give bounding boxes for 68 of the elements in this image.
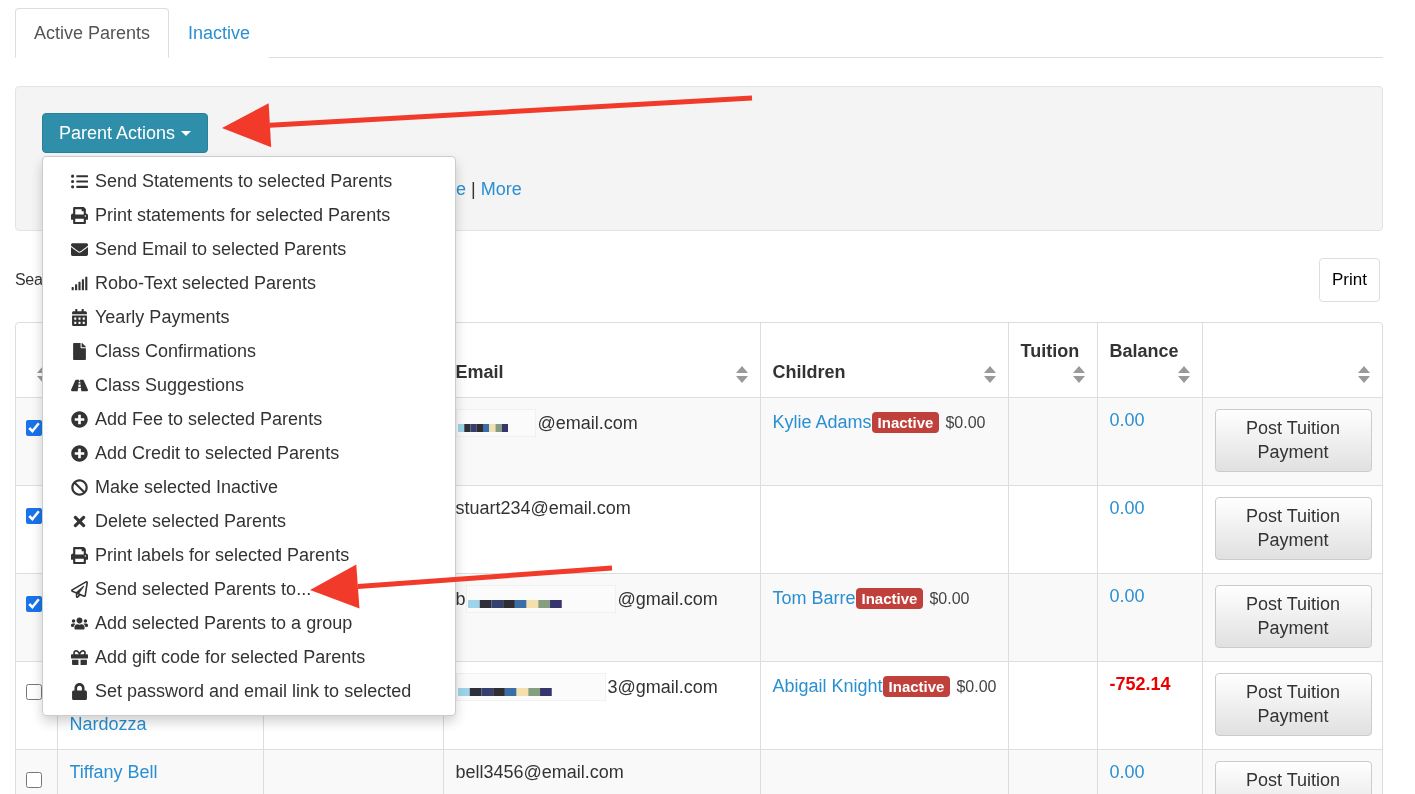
menu-item[interactable]: Class Confirmations	[43, 334, 455, 368]
menu-item[interactable]: Robo-Text selected Parents	[43, 266, 455, 300]
row-checkbox[interactable]	[26, 596, 42, 612]
email-text: @email.com	[537, 412, 638, 434]
email-fragment: b	[455, 588, 466, 610]
caret-icon	[181, 130, 192, 136]
sort-icon[interactable]	[1358, 366, 1370, 383]
menu-item[interactable]: Add gift code for selected Parents	[43, 640, 455, 674]
sort-icon[interactable]	[983, 366, 996, 383]
row-checkbox[interactable]	[26, 772, 42, 788]
column-header[interactable]: Tuition	[1020, 341, 1080, 362]
print-button[interactable]: Print	[1319, 258, 1380, 302]
menu-item[interactable]: Add Credit to selected Parents	[43, 436, 455, 470]
ban-icon	[70, 478, 89, 496]
tab[interactable]: Active Parents	[15, 8, 170, 58]
printer-icon	[70, 546, 89, 564]
column-header[interactable]: Children	[772, 362, 846, 383]
lock-icon	[70, 682, 89, 700]
signal-bars-icon	[70, 274, 89, 292]
email-text: 3@gmail.com	[607, 676, 718, 698]
row-checkbox[interactable]	[26, 684, 42, 700]
parent-name-link[interactable]: Nardozza	[69, 713, 251, 735]
sort-icon[interactable]	[1072, 366, 1085, 383]
search-label: Sea	[15, 271, 43, 289]
menu-item[interactable]: Class Suggestions	[43, 368, 455, 402]
menu-item[interactable]: Send Email to selected Parents	[43, 232, 455, 266]
child-name-link[interactable]: Abigail Knight	[772, 676, 883, 696]
menu-item[interactable]: Print statements for selected Parents	[43, 198, 455, 232]
post-tuition-payment-button[interactable]: Post Tuition Payment	[1214, 673, 1372, 736]
balance-value[interactable]: -752.14	[1109, 674, 1171, 694]
email-text: bell3456@email.com	[455, 761, 624, 783]
post-tuition-payment-button[interactable]: Post Tuition Payment	[1214, 497, 1372, 560]
envelope-icon	[70, 240, 89, 258]
email-text: @gmail.com	[617, 588, 718, 610]
column-header[interactable]: Email	[455, 362, 504, 383]
post-tuition-payment-button[interactable]: Post Tuition Payment	[1214, 409, 1372, 472]
menu-item[interactable]: Delete selected Parents	[43, 504, 455, 538]
menu-item[interactable]: Add Fee to selected Parents	[43, 402, 455, 436]
sort-icon[interactable]	[735, 366, 748, 383]
column-header[interactable]: Balance	[1109, 341, 1179, 362]
gift-icon	[70, 648, 89, 666]
status-badge: Inactive	[871, 412, 940, 433]
post-tuition-payment-button[interactable]: Post Tuition Payment	[1214, 585, 1372, 648]
paper-plane-icon	[70, 580, 89, 598]
separator: |	[471, 179, 476, 200]
menu-item[interactable]: Yearly Payments	[43, 300, 455, 334]
sort-icon[interactable]	[1177, 366, 1190, 383]
row-checkbox[interactable]	[26, 508, 42, 524]
menu-item[interactable]: Print labels for selected Parents	[43, 538, 455, 572]
menu-item[interactable]: Make selected Inactive	[43, 470, 455, 504]
post-tuition-payment-button[interactable]: Post Tuition	[1214, 761, 1372, 794]
status-badge: Inactive	[882, 676, 951, 697]
menu-item[interactable]: Add selected Parents to a group	[43, 606, 455, 640]
row-checkbox[interactable]	[26, 420, 42, 436]
menu-item[interactable]: Send Statements to selected Parents	[43, 164, 455, 198]
document-icon	[70, 342, 89, 360]
menu-item[interactable]: Send selected Parents to...	[43, 572, 455, 606]
status-badge: Inactive	[855, 588, 924, 609]
amount-text: $0.00	[929, 590, 970, 607]
email-text: stuart234@email.com	[455, 497, 631, 519]
parent-actions-button[interactable]: Parent Actions	[42, 113, 209, 153]
list-icon	[70, 172, 89, 190]
balance-value[interactable]: 0.00	[1109, 498, 1145, 518]
amount-text: $0.00	[945, 414, 986, 431]
calendar-icon	[70, 308, 89, 326]
amount-text: $0.00	[956, 678, 997, 695]
printer-icon	[70, 206, 89, 224]
menu-item[interactable]: Set password and email link to selected	[43, 674, 455, 708]
